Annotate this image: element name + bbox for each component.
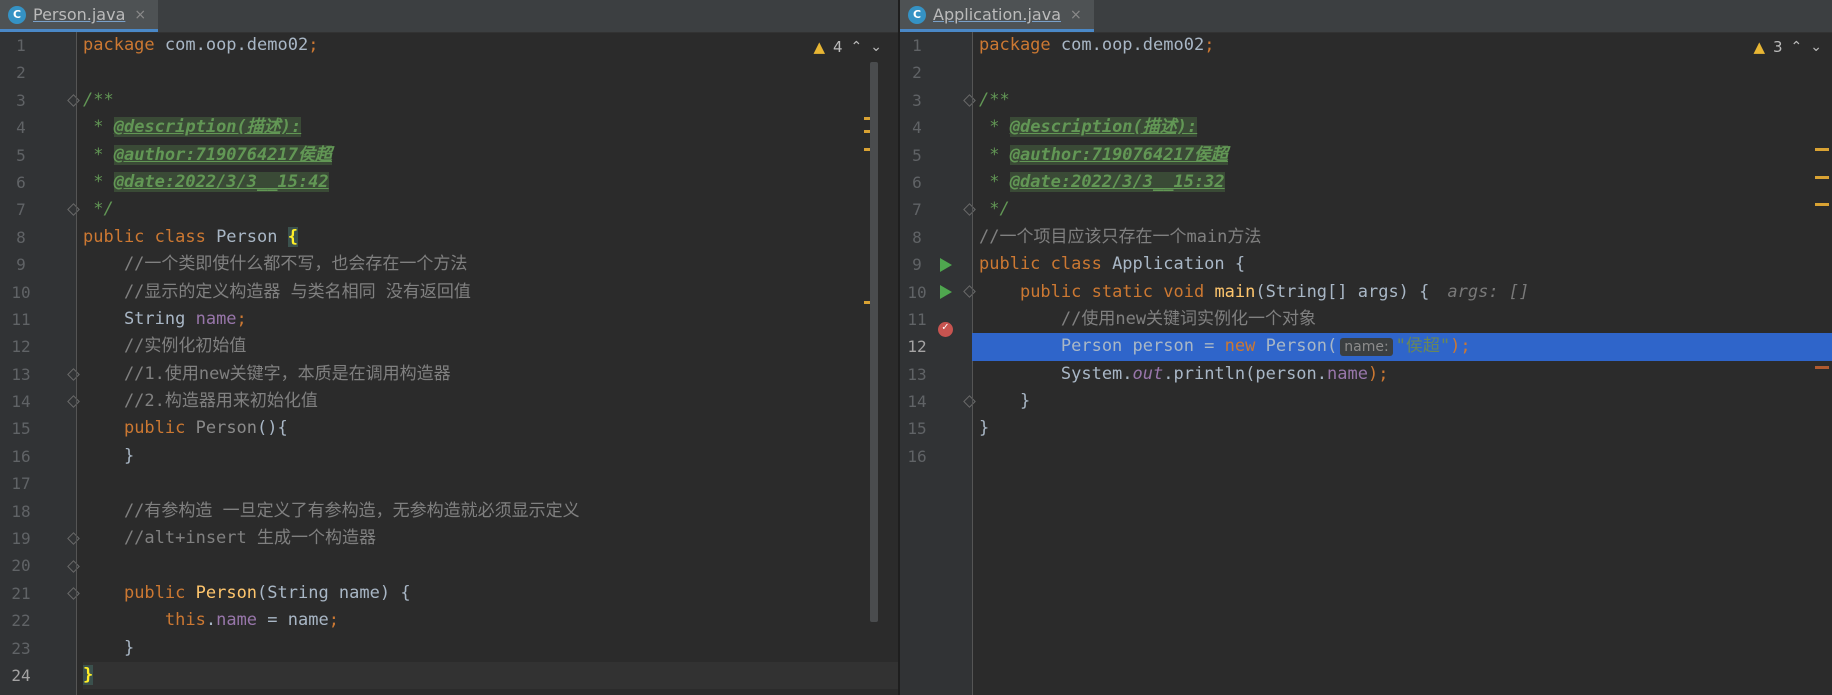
code-line: String name;: [83, 308, 247, 329]
run-icon[interactable]: [940, 258, 952, 272]
next-highlight-icon[interactable]: ⌄: [870, 39, 882, 55]
code-line: * @date:2022/3/3__15:42: [83, 171, 329, 192]
warning-stripe-marker[interactable]: [1815, 148, 1829, 151]
selected-code-line: Person person = new Person(name: "侯超");: [972, 333, 1832, 361]
close-icon[interactable]: ×: [1070, 7, 1082, 23]
current-code-line: }: [83, 661, 898, 690]
java-class-icon: C: [8, 5, 26, 24]
warning-stripe-marker[interactable]: [1815, 203, 1829, 206]
left-tab-bar: C Person.java ×: [0, 0, 898, 33]
left-line-numbers: 1234 5678 9 10 11 12 13 14 15 16 17 18 19 20 21 22…: [0, 32, 42, 689]
tab-person-java[interactable]: C Person.java ×: [0, 0, 159, 32]
code-line: //2.构造器用来初始化值: [83, 391, 318, 412]
fold-icon[interactable]: [67, 532, 80, 545]
breakpoint-icon[interactable]: ✓: [938, 320, 953, 337]
right-code-editor[interactable]: 1234 5678 9 10 11 12 13 14 15 16 ✓ package co…: [900, 32, 1832, 695]
left-code-area[interactable]: package com.oop.demo02; /** * @descripti…: [83, 32, 898, 690]
code-line: /**: [979, 89, 1010, 110]
code-line: System.out.println(person.name);: [979, 363, 1389, 384]
code-line: }: [979, 418, 990, 439]
inlay-hint-args: args: []: [1447, 281, 1530, 302]
run-icon[interactable]: [940, 285, 952, 299]
code-line: * @date:2022/3/3__15:32: [979, 171, 1225, 192]
right-line-numbers: 1234 5678 9 10 11 12 13 14 15 16: [900, 32, 934, 470]
code-line: //1.使用new关键字，本质是在调用构造器: [83, 363, 451, 384]
java-class-icon: C: [908, 5, 926, 24]
code-line: }: [83, 445, 135, 466]
fold-icon[interactable]: [67, 368, 80, 381]
code-line: * @author:7190764217侯超: [979, 144, 1228, 165]
code-line: //显示的定义构造器 与类名相同 没有返回值: [83, 281, 471, 302]
code-line: public class Person {: [83, 226, 298, 247]
code-line: public Person(){: [123, 418, 288, 439]
inspection-widget[interactable]: ▲ 4 ⌃ ⌄: [813, 38, 882, 56]
code-line: //一个项目应该只存在一个main方法: [979, 226, 1262, 247]
code-line: //实例化初始值: [83, 336, 247, 357]
next-highlight-icon[interactable]: ⌄: [1810, 39, 1822, 55]
inspection-widget[interactable]: ▲ 3 ⌃ ⌄: [1753, 38, 1822, 56]
close-icon[interactable]: ×: [134, 7, 146, 23]
code-line: }: [979, 391, 1031, 412]
vertical-scrollbar[interactable]: [870, 62, 878, 622]
previous-highlight-icon[interactable]: ⌃: [1791, 39, 1803, 55]
code-line: public class Application {: [979, 254, 1246, 275]
fold-icon[interactable]: [67, 587, 80, 600]
code-line: package com.oop.demo02;: [979, 35, 1215, 55]
right-editor-pane: C Application.java × 1234 5678 9 10 11 12 …: [900, 0, 1832, 695]
warning-count: 3: [1772, 38, 1783, 56]
parameter-hint: name:: [1340, 338, 1393, 357]
code-line: public Person(String name) {: [123, 582, 411, 603]
tab-title: Person.java: [33, 5, 126, 24]
warning-count: 4: [832, 38, 843, 56]
code-line: //alt+insert 生成一个构造器: [83, 528, 376, 549]
fold-icon[interactable]: [67, 395, 80, 408]
breakpoint-stripe-marker[interactable]: [1815, 366, 1829, 369]
active-line-number: 24: [11, 665, 31, 685]
right-tab-bar: C Application.java ×: [900, 0, 1832, 33]
tab-application-java[interactable]: C Application.java ×: [900, 0, 1094, 32]
right-code-area[interactable]: package com.oop.demo02; /** * @descripti…: [972, 32, 1832, 470]
warning-icon: ▲: [1753, 38, 1765, 56]
code-line: * @description(描述):: [83, 117, 302, 138]
left-gutter: 1234 5678 9 10 11 12 13 14 15 16 17 18 19 20 21 22…: [0, 32, 80, 695]
code-line: public static void main(String[] args) {…: [1019, 281, 1530, 302]
code-line: this.name = name;: [164, 610, 339, 631]
code-line: */: [83, 199, 114, 220]
right-gutter: 1234 5678 9 10 11 12 13 14 15 16 ✓: [900, 32, 976, 695]
code-line: * @description(描述):: [979, 117, 1198, 138]
fold-icon[interactable]: [67, 560, 80, 573]
fold-icon[interactable]: [67, 203, 80, 216]
code-line: package com.oop.demo02;: [83, 35, 319, 55]
code-line: //使用new关键词实例化一个对象: [979, 308, 1317, 329]
code-line: }: [83, 637, 135, 658]
code-line: //一个类即使什么都不写，也会存在一个方法: [83, 254, 468, 275]
code-line: */: [979, 199, 1010, 220]
active-line-number: 12: [907, 337, 927, 357]
code-line: /**: [83, 89, 114, 110]
previous-highlight-icon[interactable]: ⌃: [851, 39, 863, 55]
warning-icon: ▲: [813, 38, 825, 56]
code-line: * @author:7190764217侯超: [83, 144, 332, 165]
fold-icon[interactable]: [67, 94, 80, 107]
left-code-editor[interactable]: 1234 5678 9 10 11 12 13 14 15 16 17 18 19 20 21 22…: [0, 32, 898, 695]
tab-title: Application.java: [933, 5, 1062, 24]
code-line: //有参构造 一旦定义了有参构造，无参构造就必须显示定义: [83, 500, 580, 521]
left-editor-pane: C Person.java × 1234 5678 9 10 11 12 13 14 15…: [0, 0, 898, 695]
warning-stripe-marker[interactable]: [1815, 176, 1829, 179]
